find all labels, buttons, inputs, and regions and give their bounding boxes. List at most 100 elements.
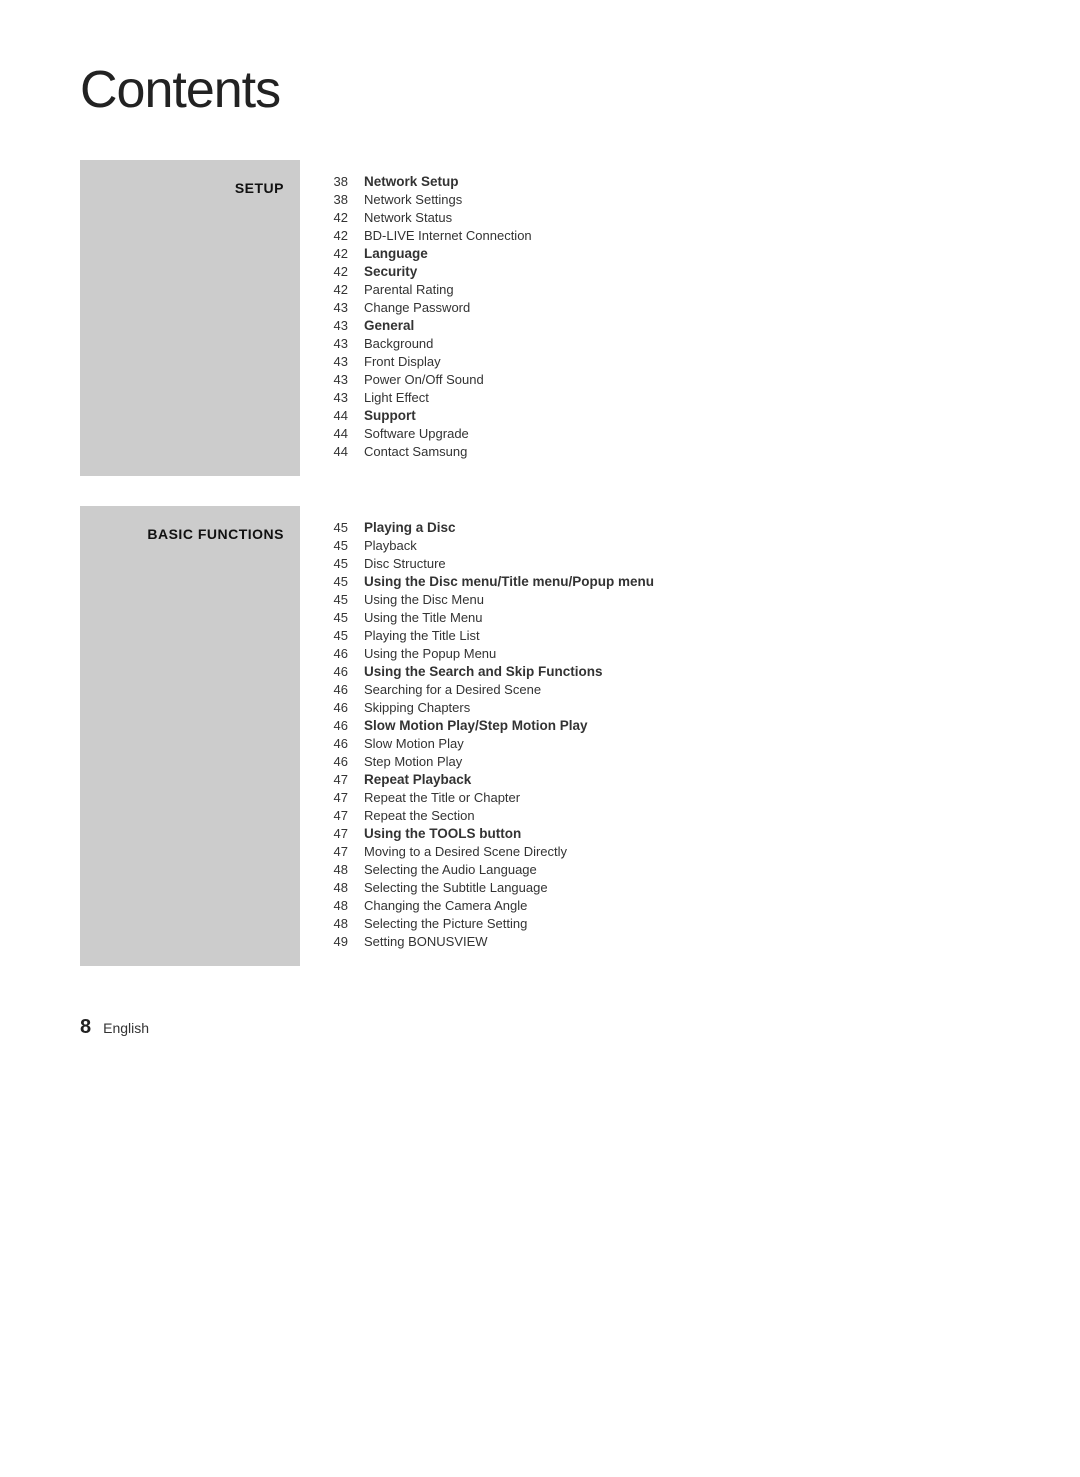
- toc-entry-text: Selecting the Audio Language: [364, 862, 537, 877]
- toc-page-number: 42: [330, 264, 364, 279]
- toc-row: 44Contact Samsung: [330, 444, 1000, 459]
- toc-entry-text: Using the Search and Skip Functions: [364, 664, 603, 679]
- toc-row: 49Setting BONUSVIEW: [330, 934, 1000, 949]
- toc-entry-text: Searching for a Desired Scene: [364, 682, 541, 697]
- toc-entry-text: Slow Motion Play: [364, 736, 464, 751]
- toc-row: 43Front Display: [330, 354, 1000, 369]
- toc-entry-text: Network Status: [364, 210, 452, 225]
- toc-entry-text: Disc Structure: [364, 556, 446, 571]
- toc-page-number: 45: [330, 610, 364, 625]
- footer-language: English: [103, 1020, 149, 1036]
- toc-entry-text: Background: [364, 336, 433, 351]
- toc-row: 44Support: [330, 408, 1000, 423]
- toc-row: 46Step Motion Play: [330, 754, 1000, 769]
- toc-page-number: 43: [330, 372, 364, 387]
- page-title: Contents: [80, 60, 1000, 120]
- toc-page-number: 43: [330, 336, 364, 351]
- toc-entry-text: Software Upgrade: [364, 426, 469, 441]
- toc-entry-text: Change Password: [364, 300, 470, 315]
- toc-row: 45Using the Title Menu: [330, 610, 1000, 625]
- toc-page-number: 44: [330, 408, 364, 423]
- toc-row: 42Parental Rating: [330, 282, 1000, 297]
- toc-row: 42Security: [330, 264, 1000, 279]
- section-content-basic-functions: 45Playing a Disc45Playback45Disc Structu…: [300, 506, 1000, 966]
- toc-row: 48Selecting the Subtitle Language: [330, 880, 1000, 895]
- toc-page-number: 46: [330, 754, 364, 769]
- toc-page-number: 48: [330, 862, 364, 877]
- toc-row: 47Moving to a Desired Scene Directly: [330, 844, 1000, 859]
- toc-row: 48Selecting the Picture Setting: [330, 916, 1000, 931]
- toc-row: 43Power On/Off Sound: [330, 372, 1000, 387]
- toc-row: 45Playback: [330, 538, 1000, 553]
- toc-entry-text: Setting BONUSVIEW: [364, 934, 488, 949]
- toc-entry-text: Network Setup: [364, 174, 459, 189]
- toc-row: 45Using the Disc Menu: [330, 592, 1000, 607]
- toc-entry-text: Front Display: [364, 354, 441, 369]
- toc-row: 48Selecting the Audio Language: [330, 862, 1000, 877]
- toc-row: 46Searching for a Desired Scene: [330, 682, 1000, 697]
- toc-row: 43Background: [330, 336, 1000, 351]
- toc-page-number: 45: [330, 592, 364, 607]
- toc-page-number: 45: [330, 520, 364, 535]
- toc-row: 44Software Upgrade: [330, 426, 1000, 441]
- toc-entry-text: Power On/Off Sound: [364, 372, 484, 387]
- toc-page-number: 47: [330, 772, 364, 787]
- toc-row: 45Using the Disc menu/Title menu/Popup m…: [330, 574, 1000, 589]
- toc-row: 46Slow Motion Play: [330, 736, 1000, 751]
- toc-entry-text: Using the Disc menu/Title menu/Popup men…: [364, 574, 654, 589]
- footer: 8 English: [80, 1016, 1000, 1039]
- toc-entry-text: Light Effect: [364, 390, 429, 405]
- toc-row: 38Network Setup: [330, 174, 1000, 189]
- toc-row: 43Change Password: [330, 300, 1000, 315]
- toc-row: 45Playing the Title List: [330, 628, 1000, 643]
- toc-page-number: 42: [330, 210, 364, 225]
- toc-page-number: 42: [330, 246, 364, 261]
- toc-page-number: 43: [330, 300, 364, 315]
- toc-entry-text: Repeat Playback: [364, 772, 471, 787]
- toc-page-number: 44: [330, 444, 364, 459]
- toc-entry-text: Using the TOOLS button: [364, 826, 521, 841]
- toc-page-number: 38: [330, 192, 364, 207]
- toc-row: 46Skipping Chapters: [330, 700, 1000, 715]
- toc-page-number: 46: [330, 736, 364, 751]
- toc-entry-text: Contact Samsung: [364, 444, 467, 459]
- toc-entry-text: Support: [364, 408, 416, 423]
- toc-entry-text: Selecting the Subtitle Language: [364, 880, 548, 895]
- toc-entry-text: Selecting the Picture Setting: [364, 916, 527, 931]
- toc-page-number: 45: [330, 628, 364, 643]
- toc-entry-text: Changing the Camera Angle: [364, 898, 527, 913]
- toc-row: 46Slow Motion Play/Step Motion Play: [330, 718, 1000, 733]
- toc-page-number: 47: [330, 844, 364, 859]
- toc-row: 45Disc Structure: [330, 556, 1000, 571]
- toc-page-number: 49: [330, 934, 364, 949]
- toc-entry-text: Network Settings: [364, 192, 462, 207]
- section-content-setup: 38Network Setup38Network Settings42Netwo…: [300, 160, 1000, 476]
- toc-entry-text: Using the Disc Menu: [364, 592, 484, 607]
- footer-page-number: 8: [80, 1016, 91, 1039]
- section-label-setup: SETUP: [235, 180, 284, 196]
- section-setup: SETUP38Network Setup38Network Settings42…: [80, 160, 1000, 476]
- toc-row: 42Language: [330, 246, 1000, 261]
- toc-page-number: 45: [330, 538, 364, 553]
- toc-row: 47Repeat Playback: [330, 772, 1000, 787]
- toc-entry-text: Moving to a Desired Scene Directly: [364, 844, 567, 859]
- toc-entry-text: Playback: [364, 538, 417, 553]
- toc-row: 43Light Effect: [330, 390, 1000, 405]
- toc-entry-text: Repeat the Section: [364, 808, 475, 823]
- toc-container: SETUP38Network Setup38Network Settings42…: [80, 160, 1000, 966]
- toc-page-number: 38: [330, 174, 364, 189]
- toc-entry-text: General: [364, 318, 414, 333]
- toc-page-number: 48: [330, 880, 364, 895]
- toc-entry-text: Parental Rating: [364, 282, 454, 297]
- toc-page-number: 42: [330, 282, 364, 297]
- section-label-box-basic-functions: BASIC FUNCTIONS: [80, 506, 300, 966]
- toc-page-number: 45: [330, 556, 364, 571]
- toc-entry-text: Skipping Chapters: [364, 700, 470, 715]
- toc-page-number: 44: [330, 426, 364, 441]
- toc-row: 47Repeat the Title or Chapter: [330, 790, 1000, 805]
- toc-page-number: 43: [330, 390, 364, 405]
- toc-page-number: 48: [330, 916, 364, 931]
- toc-page-number: 46: [330, 718, 364, 733]
- toc-row: 42BD-LIVE Internet Connection: [330, 228, 1000, 243]
- toc-page-number: 47: [330, 790, 364, 805]
